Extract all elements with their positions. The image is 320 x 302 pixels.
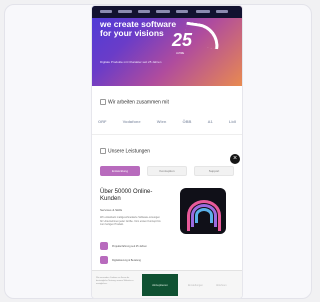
cookie-accept-button[interactable]: Akzeptieren (142, 274, 178, 296)
website-preview[interactable]: we create software for your visions Digi… (92, 6, 242, 298)
nav-link[interactable] (138, 10, 150, 13)
nav-link[interactable] (196, 10, 210, 13)
tab-support[interactable]: Support (194, 166, 234, 176)
rainbow-arc-illustration (180, 188, 226, 234)
top-navigation (92, 6, 242, 18)
partner-logo: Lidl (228, 119, 236, 124)
nav-link[interactable] (176, 10, 188, 13)
services-heading: Unsere Leistungen (100, 148, 150, 154)
partner-logos: ORF Vodafone Wien ÖBB A1 Lidl (98, 119, 236, 124)
partner-logo: Vodafone (122, 119, 141, 124)
hero-subtitle: Digitale Produkte mit Charakter seit 25 … (100, 60, 162, 64)
section-subheading: Services & Skills (100, 208, 123, 212)
nav-link[interactable] (100, 10, 112, 13)
cookie-banner: Wir verwenden Cookies um Ihnen die bestm… (92, 270, 242, 298)
services-tabs: Entwicklung Konzeption Support (100, 166, 234, 176)
cookie-decline-link[interactable]: Ablehnen (216, 284, 227, 287)
nav-link[interactable] (216, 10, 228, 13)
cookie-settings-link[interactable]: Einstellungen (188, 284, 203, 287)
hero-title: we create software for your visions (100, 19, 177, 38)
hero-banner: we create software for your visions Digi… (92, 6, 242, 86)
anniversary-badge-label: JAHRE (176, 52, 185, 55)
partner-logo: A1 (207, 119, 213, 124)
feature-item: Digitalisierung & Beratung (100, 256, 141, 264)
feature-item: Projekterfahrung seit 25 Jahren (100, 242, 147, 250)
section-heading: Über 50000 Online-Kunden (100, 189, 153, 202)
feature-icon (100, 242, 108, 250)
section-body: Wir entwickeln maßgeschneiderte Software… (100, 216, 161, 226)
check-icon (100, 148, 106, 154)
nav-link[interactable] (156, 10, 170, 13)
partner-logo: ORF (98, 119, 107, 124)
partner-logo: ÖBB (182, 119, 192, 124)
section-divider (92, 134, 242, 135)
close-icon[interactable]: × (230, 154, 240, 164)
cookie-text: Wir verwenden Cookies um Ihnen die bestm… (96, 277, 134, 285)
tab-entwicklung[interactable]: Entwicklung (100, 166, 140, 176)
feature-label: Projekterfahrung seit 25 Jahren (112, 244, 147, 248)
partner-logo: Wien (156, 119, 167, 124)
nav-link[interactable] (118, 10, 132, 13)
anniversary-badge-swoosh (183, 21, 222, 50)
check-icon (100, 99, 106, 105)
tab-konzeption[interactable]: Konzeption (147, 166, 187, 176)
feature-icon (100, 256, 108, 264)
feature-label: Digitalisierung & Beratung (112, 258, 141, 262)
partners-heading: Wir arbeiten zusammen mit (100, 99, 169, 105)
